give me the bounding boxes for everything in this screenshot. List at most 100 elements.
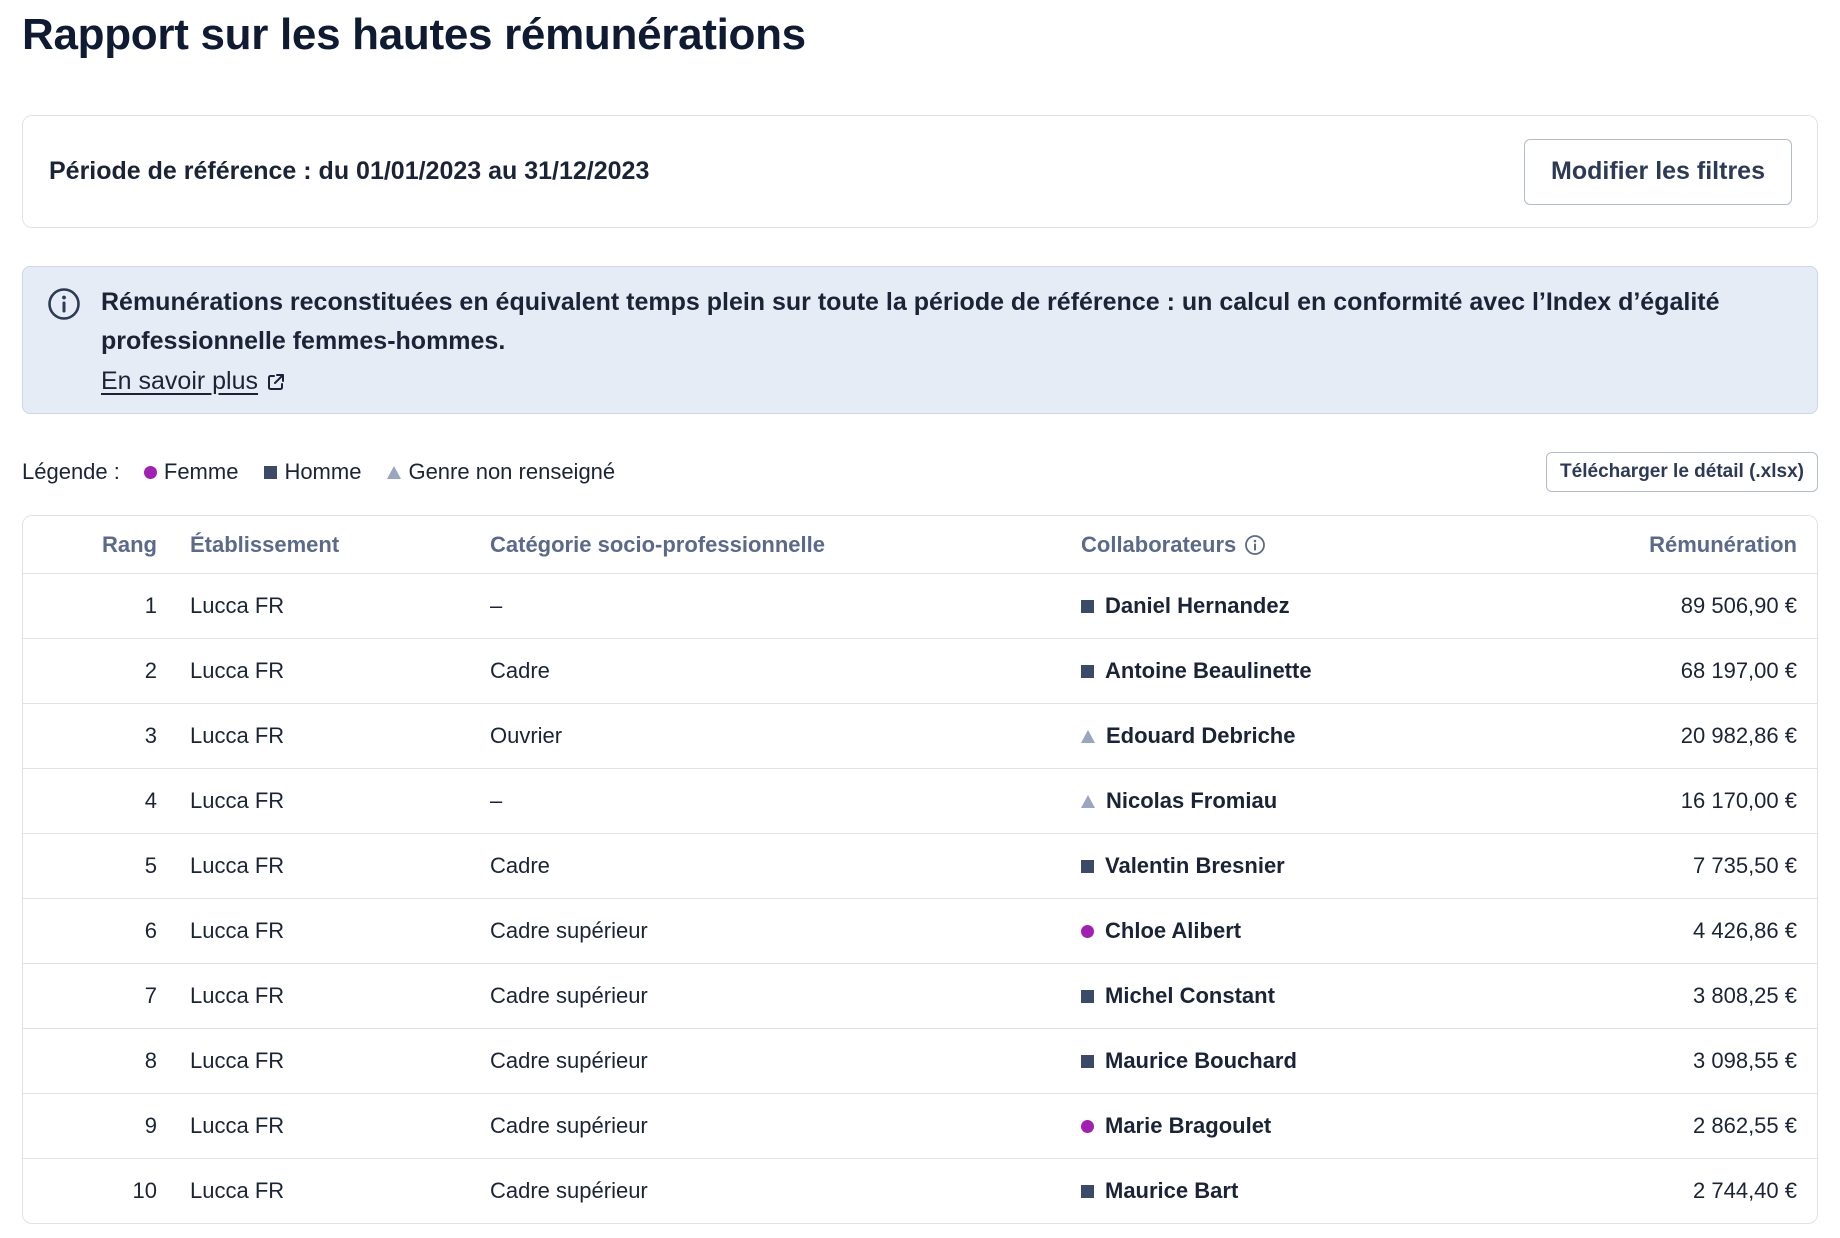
legend-item-label: Femme bbox=[163, 459, 239, 484]
table-row: 5 Lucca FR Cadre Valentin Bresnier 7 735,50 … bbox=[23, 833, 1817, 899]
cell-rank: 3 bbox=[23, 703, 157, 769]
table-row: 9 Lucca FR Cadre supérieur Marie Bragoulet 2… bbox=[23, 1093, 1817, 1159]
cell-category: Cadre supérieur bbox=[490, 1178, 648, 1203]
cell-employee: Antoine Beaulinette bbox=[1081, 638, 1481, 704]
square-icon bbox=[264, 465, 278, 479]
employee-name: Chloe Alibert bbox=[1081, 918, 1241, 944]
employee-name-label: Michel Constant bbox=[1105, 983, 1275, 1009]
square-icon bbox=[1081, 599, 1094, 613]
header-employees: Collaborateurs bbox=[1081, 516, 1481, 574]
page-title: Rapport sur les hautes rémunérations bbox=[22, 10, 806, 59]
legend-row: Légende : Femme Homme Genre non renseign… bbox=[22, 450, 1818, 494]
cell-category: Ouvrier bbox=[490, 703, 1081, 769]
cell-category: Cadre supérieur bbox=[490, 898, 1081, 964]
employee-name-label: Maurice Bouchard bbox=[1105, 1048, 1297, 1074]
reference-period: Période de référence : du 01/01/2023 au … bbox=[49, 157, 650, 185]
legend: Légende : Femme Homme Genre non renseign… bbox=[22, 459, 641, 485]
info-message: Rémunérations reconstituées en équivalen… bbox=[101, 288, 1720, 355]
cell-rank: 7 bbox=[23, 963, 157, 1029]
cell-category: Cadre supérieur bbox=[490, 1028, 1081, 1094]
employee-name-label: Valentin Bresnier bbox=[1105, 853, 1285, 879]
cell-employee: Edouard Debriche bbox=[1081, 703, 1481, 769]
cell-establishment: Lucca FR bbox=[157, 898, 490, 964]
employee-name: Michel Constant bbox=[1081, 983, 1275, 1009]
cell-rank: 2 bbox=[23, 638, 157, 704]
info-circle-icon[interactable] bbox=[1244, 534, 1266, 556]
circle-icon bbox=[143, 465, 157, 479]
cell-category: Cadre bbox=[490, 833, 1081, 899]
triangle-icon bbox=[1081, 729, 1095, 743]
triangle-icon bbox=[1081, 794, 1095, 808]
square-icon bbox=[1081, 1054, 1094, 1068]
cell-rank: 6 bbox=[23, 898, 157, 964]
legend-item-femme: Femme bbox=[143, 459, 239, 485]
table-header-row: Rang Établissement Catégorie socio-profe… bbox=[23, 516, 1817, 574]
employee-name: Daniel Hernandez bbox=[1081, 593, 1290, 619]
cell-establishment: Lucca FR bbox=[157, 963, 490, 1029]
cell-establishment: Lucca FR bbox=[157, 703, 490, 769]
cell-employee: Maurice Bouchard bbox=[1081, 1028, 1481, 1094]
cell-employee: Nicolas Fromiau bbox=[1081, 768, 1481, 834]
employee-name: Marie Bragoulet bbox=[1081, 1113, 1271, 1139]
cell-establishment: Lucca FR bbox=[190, 1178, 285, 1203]
table-row: 8 Lucca FR Cadre supérieur Maurice Bouchard… bbox=[23, 1028, 1817, 1094]
page: Rapport sur les hautes rémunérations Pér… bbox=[0, 0, 1840, 1238]
cell-employee: Maurice Bart bbox=[1081, 1159, 1481, 1224]
modify-filters-button[interactable]: Modifier les filtres bbox=[1524, 138, 1792, 205]
cell-salary: 3 808,25 € bbox=[1481, 963, 1817, 1029]
cell-establishment: Lucca FR bbox=[157, 1093, 490, 1159]
table-row: 3 Lucca FR Ouvrier Edouard Debriche 20 982,8… bbox=[23, 703, 1817, 769]
circle-icon bbox=[1081, 924, 1094, 938]
learn-more-link[interactable]: En savoir plus bbox=[101, 367, 286, 396]
cell-salary: 7 735,50 € bbox=[1481, 833, 1817, 899]
learn-more-label: En savoir plus bbox=[101, 367, 259, 395]
cell-salary: 16 170,00 € bbox=[1481, 768, 1817, 834]
employee-name-label: Daniel Hernandez bbox=[1105, 593, 1290, 619]
header-establishment: Établissement bbox=[157, 516, 490, 574]
cell-category: Cadre bbox=[490, 638, 1081, 704]
employee-name: Maurice Bouchard bbox=[1081, 1048, 1297, 1074]
cell-category: – bbox=[490, 573, 1081, 639]
cell-rank: 9 bbox=[23, 1093, 157, 1159]
legend-item-label: Homme bbox=[284, 459, 362, 484]
employee-name-label: Edouard Debriche bbox=[1106, 723, 1296, 749]
table-row: 10 Lucca FR Cadre supérieur Maurice Bart 2 7… bbox=[23, 1159, 1817, 1224]
info-circle-icon bbox=[48, 288, 80, 320]
legend-item-non-renseigne: Genre non renseigné bbox=[387, 459, 615, 485]
header-category: Catégorie socio-professionnelle bbox=[490, 516, 1081, 574]
cell-category: Cadre supérieur bbox=[490, 963, 1081, 1029]
square-icon bbox=[1081, 1184, 1094, 1198]
cell-salary: 3 098,55 € bbox=[1481, 1028, 1817, 1094]
square-icon bbox=[1081, 989, 1094, 1003]
cell-employee: Daniel Hernandez bbox=[1081, 573, 1481, 639]
cell-employee: Marie Bragoulet bbox=[1081, 1093, 1481, 1159]
cell-establishment: Lucca FR bbox=[157, 833, 490, 899]
employee-name: Nicolas Fromiau bbox=[1081, 788, 1277, 814]
cell-salary: 89 506,90 € bbox=[1481, 573, 1817, 639]
cell-salary: 2 744,40 € bbox=[1693, 1178, 1797, 1203]
header-rank: Rang bbox=[23, 516, 157, 574]
cell-salary: 20 982,86 € bbox=[1481, 703, 1817, 769]
header-employees-label: Collaborateurs bbox=[1081, 531, 1237, 557]
employee-name-label: Maurice Bart bbox=[1105, 1178, 1239, 1204]
cell-establishment: Lucca FR bbox=[157, 638, 490, 704]
header-salary: Rémunération bbox=[1481, 516, 1817, 574]
square-icon bbox=[1081, 664, 1094, 678]
cell-rank: 5 bbox=[23, 833, 157, 899]
table-row: 6 Lucca FR Cadre supérieur Chloe Alibert 4 4… bbox=[23, 898, 1817, 964]
cell-rank: 1 bbox=[23, 573, 157, 639]
cell-salary: 4 426,86 € bbox=[1481, 898, 1817, 964]
download-xlsx-button[interactable]: Télécharger le détail (.xlsx) bbox=[1546, 452, 1818, 492]
square-icon bbox=[1081, 859, 1094, 873]
cell-rank: 10 bbox=[132, 1178, 157, 1203]
cell-establishment: Lucca FR bbox=[157, 1028, 490, 1094]
table-row: 2 Lucca FR Cadre Antoine Beaulinette 68 197,… bbox=[23, 638, 1817, 704]
triangle-icon bbox=[387, 465, 402, 479]
cell-employee: Michel Constant bbox=[1081, 963, 1481, 1029]
employee-name: Maurice Bart bbox=[1081, 1178, 1238, 1204]
employee-name: Antoine Beaulinette bbox=[1081, 658, 1312, 684]
cell-category: – bbox=[490, 768, 1081, 834]
table-row: 4 Lucca FR – Nicolas Fromiau 16 170,00 € bbox=[23, 768, 1817, 834]
salary-table: Rang Établissement Catégorie socio-profe… bbox=[23, 516, 1817, 1223]
employee-name-label: Marie Bragoulet bbox=[1105, 1113, 1272, 1139]
